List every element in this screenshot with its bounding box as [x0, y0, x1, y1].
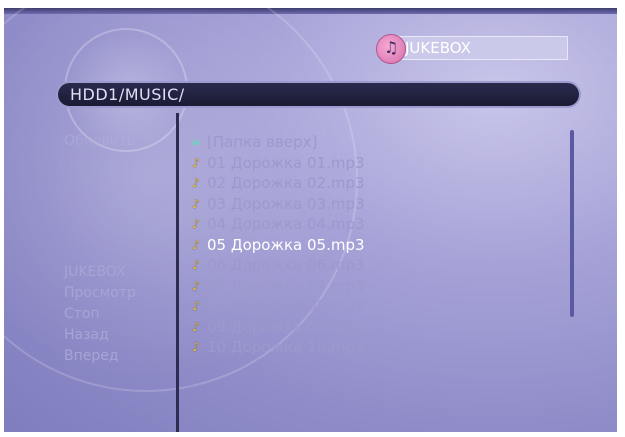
music-file-icon: ♪ [192, 155, 200, 170]
music-file-icon: ♪ [192, 340, 200, 354]
list-item[interactable]: ♪ 04 Дорожка 04.mp3 [188, 214, 558, 235]
current-path: HDD1/MUSIC/ [70, 85, 185, 104]
list-item-label: 06 Дорожка 06.mp3 [207, 256, 365, 274]
list-item-label: 04 Дорожка 04.mp3 [207, 215, 365, 233]
music-file-icon: ♪ [192, 237, 200, 252]
screen: JUKEBOX ♫ HDD1/MUSIC/ Обновить JUKEBOX П… [4, 8, 617, 432]
list-item-label: 02 Дорожка 02.mp3 [207, 174, 365, 192]
music-file-icon: ♪ [192, 196, 200, 211]
title-header: JUKEBOX ♫ [376, 32, 572, 64]
music-file-icon: ♪ [192, 319, 200, 334]
music-file-icon: ♪ [192, 176, 200, 190]
path-bar: HDD1/MUSIC/ [56, 81, 581, 108]
sidebar-item-back[interactable]: Назад [64, 326, 109, 344]
sidebar-item-stop[interactable]: Стоп [64, 305, 100, 323]
list-item[interactable]: ♪ 01 Дорожка 01.mp3 [188, 153, 558, 174]
list-item[interactable]: ♪ 09 Дорожка 09.mp3 [188, 317, 558, 338]
music-file-icon: ♪ [192, 299, 200, 313]
sidebar-item-refresh[interactable]: Обновить [64, 132, 135, 150]
music-file-icon: ♪ [192, 278, 200, 293]
list-item-label: 01 Дорожка 01.mp3 [207, 153, 365, 172]
list-item-folder-up[interactable]: ▰ [Папка вверх] [188, 132, 558, 153]
list-item-label: 09 Дорожка 09.mp3 [207, 317, 365, 336]
music-file-icon: ♪ [192, 217, 200, 231]
list-item[interactable]: ♪ 08 Дорожка 08.mp3 [188, 296, 558, 317]
list-item[interactable]: ♪ 10 Дорожка 10.mp3 [188, 337, 558, 358]
list-item-label: 05 Дорожка 05.mp3 [207, 235, 365, 254]
list-item[interactable]: ♪ 02 Дорожка 02.mp3 [188, 173, 558, 194]
music-note-icon: ♫ [376, 34, 406, 64]
list-item-selected[interactable]: ♪ 05 Дорожка 05.mp3 [188, 235, 558, 256]
sidebar-item-jukebox[interactable]: JUKEBOX [64, 263, 125, 281]
scrollbar[interactable] [570, 130, 574, 317]
list-item[interactable]: ♪ 07 Дорожка 07.mp3 [188, 276, 558, 297]
sidebar-item-forward[interactable]: Вперед [64, 347, 119, 365]
folder-up-icon: ▰ [191, 135, 201, 149]
list-item-label: 10 Дорожка 10.mp3 [207, 338, 365, 356]
list-item[interactable]: ♪ 06 Дорожка 06.mp3 [188, 255, 558, 276]
list-item-label: [Папка вверх] [207, 133, 318, 151]
list-item[interactable]: ♪ 03 Дорожка 03.mp3 [188, 194, 558, 215]
music-file-icon: ♪ [192, 258, 200, 272]
list-item-label: 03 Дорожка 03.mp3 [207, 194, 365, 213]
divider [176, 113, 179, 432]
file-list: ▰ [Папка вверх] ♪ 01 Дорожка 01.mp3 ♪ 02 До… [188, 132, 558, 358]
sidebar-item-view[interactable]: Просмотр [64, 284, 156, 302]
page-title: JUKEBOX [396, 36, 568, 60]
list-item-label: 08 Дорожка 08.mp3 [207, 297, 365, 315]
list-item-label: 07 Дорожка 07.mp3 [207, 276, 365, 295]
